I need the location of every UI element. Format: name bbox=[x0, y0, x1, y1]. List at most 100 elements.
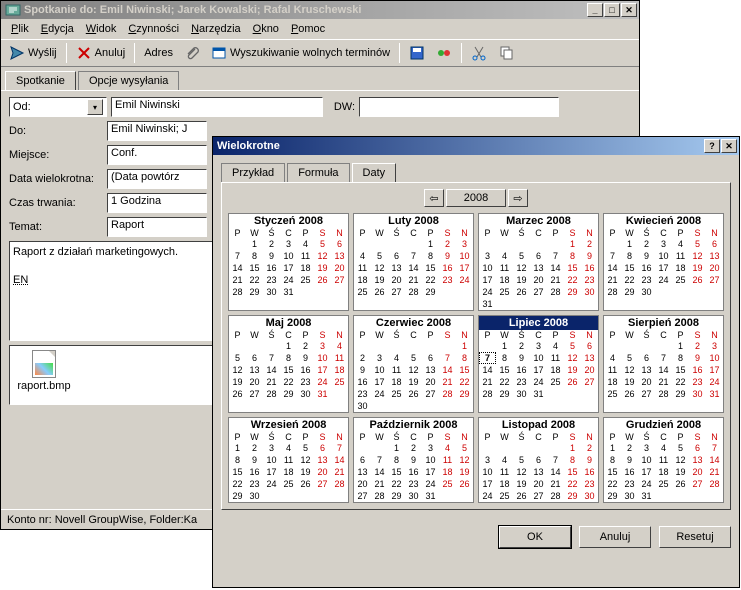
day-cell[interactable]: 10 bbox=[371, 364, 388, 376]
day-cell[interactable]: 8 bbox=[564, 250, 581, 262]
attachment-item[interactable]: raport.bmp bbox=[14, 350, 74, 400]
day-cell[interactable]: 1 bbox=[672, 340, 689, 352]
month-maj[interactable]: Maj 2008PWŚCPSN 123456789101112131415161… bbox=[228, 315, 349, 413]
day-cell[interactable]: 2 bbox=[581, 442, 598, 454]
day-cell[interactable]: 7 bbox=[604, 250, 621, 262]
day-cell[interactable]: 15 bbox=[564, 466, 581, 478]
day-cell[interactable]: 10 bbox=[479, 466, 496, 478]
day-cell[interactable]: 4 bbox=[388, 352, 405, 364]
day-cell[interactable]: 23 bbox=[263, 274, 280, 286]
day-cell[interactable]: 19 bbox=[513, 274, 530, 286]
day-cell[interactable]: 14 bbox=[604, 262, 621, 274]
day-cell[interactable]: 30 bbox=[581, 490, 598, 502]
day-cell[interactable]: 27 bbox=[331, 274, 348, 286]
day-cell[interactable]: 27 bbox=[689, 478, 706, 490]
day-cell[interactable]: 26 bbox=[371, 286, 388, 298]
day-cell[interactable]: 31 bbox=[706, 388, 723, 400]
day-cell[interactable]: 25 bbox=[388, 388, 405, 400]
day-cell[interactable]: 26 bbox=[405, 388, 422, 400]
day-cell[interactable]: 30 bbox=[354, 400, 371, 412]
day-cell[interactable]: 11 bbox=[655, 454, 672, 466]
day-cell[interactable]: 4 bbox=[297, 238, 314, 250]
day-cell[interactable]: 31 bbox=[638, 490, 655, 502]
day-cell[interactable]: 6 bbox=[314, 442, 331, 454]
day-cell[interactable]: 10 bbox=[706, 352, 723, 364]
tab-formula[interactable]: Formuła bbox=[287, 163, 349, 182]
attach-icon[interactable] bbox=[180, 43, 204, 63]
day-cell[interactable]: 12 bbox=[456, 454, 473, 466]
day-cell[interactable]: 22 bbox=[388, 478, 405, 490]
day-cell[interactable]: 1 bbox=[621, 238, 638, 250]
minimize-button[interactable]: _ bbox=[587, 3, 603, 17]
day-cell[interactable]: 13 bbox=[689, 454, 706, 466]
day-cell[interactable]: 20 bbox=[581, 364, 598, 376]
day-cell[interactable]: 2 bbox=[405, 442, 422, 454]
day-cell[interactable]: 22 bbox=[246, 274, 263, 286]
day-cell[interactable]: 23 bbox=[297, 376, 314, 388]
day-cell[interactable]: 1 bbox=[388, 442, 405, 454]
day-cell[interactable]: 3 bbox=[479, 250, 496, 262]
day-cell[interactable]: 25 bbox=[672, 274, 689, 286]
day-cell[interactable]: 17 bbox=[638, 466, 655, 478]
day-cell[interactable]: 20 bbox=[689, 466, 706, 478]
day-cell[interactable]: 19 bbox=[229, 376, 246, 388]
day-cell[interactable]: 28 bbox=[439, 388, 456, 400]
day-cell[interactable]: 6 bbox=[530, 250, 547, 262]
cut-icon[interactable] bbox=[467, 43, 491, 63]
menu-pomoc[interactable]: Pomoc bbox=[285, 21, 331, 37]
day-cell[interactable]: 17 bbox=[706, 364, 723, 376]
day-cell[interactable]: 20 bbox=[530, 274, 547, 286]
day-cell[interactable]: 11 bbox=[354, 262, 371, 274]
day-cell[interactable]: 7 bbox=[371, 454, 388, 466]
day-cell[interactable]: 21 bbox=[479, 376, 496, 388]
day-cell[interactable]: 11 bbox=[439, 454, 456, 466]
day-cell[interactable]: 22 bbox=[280, 376, 297, 388]
day-cell[interactable]: 28 bbox=[547, 490, 564, 502]
day-cell[interactable]: 9 bbox=[638, 250, 655, 262]
day-cell[interactable]: 9 bbox=[297, 352, 314, 364]
day-cell[interactable]: 5 bbox=[229, 352, 246, 364]
day-cell[interactable]: 23 bbox=[581, 274, 598, 286]
day-cell[interactable]: 7 bbox=[706, 442, 723, 454]
day-cell[interactable]: 25 bbox=[655, 478, 672, 490]
day-cell[interactable]: 29 bbox=[564, 286, 581, 298]
day-cell[interactable]: 2 bbox=[638, 238, 655, 250]
duration-input[interactable]: 1 Godzina bbox=[107, 193, 207, 213]
day-cell[interactable]: 17 bbox=[263, 466, 280, 478]
day-cell[interactable]: 9 bbox=[246, 454, 263, 466]
day-cell[interactable]: 4 bbox=[331, 340, 348, 352]
day-cell[interactable]: 13 bbox=[422, 364, 439, 376]
day-cell[interactable]: 20 bbox=[706, 262, 723, 274]
day-cell[interactable]: 22 bbox=[422, 274, 439, 286]
day-cell[interactable]: 25 bbox=[331, 376, 348, 388]
day-cell[interactable]: 6 bbox=[422, 352, 439, 364]
day-cell[interactable]: 23 bbox=[621, 478, 638, 490]
day-cell[interactable]: 16 bbox=[581, 466, 598, 478]
day-cell[interactable]: 4 bbox=[672, 238, 689, 250]
day-cell[interactable]: 19 bbox=[672, 466, 689, 478]
day-cell[interactable]: 5 bbox=[405, 352, 422, 364]
month-marzec[interactable]: Marzec 2008PWŚCPSN 123456789101112131415… bbox=[478, 213, 599, 311]
day-cell[interactable]: 18 bbox=[388, 376, 405, 388]
day-cell[interactable]: 16 bbox=[405, 466, 422, 478]
day-cell[interactable]: 19 bbox=[513, 478, 530, 490]
day-cell[interactable]: 11 bbox=[388, 364, 405, 376]
day-cell[interactable]: 14 bbox=[547, 262, 564, 274]
day-cell[interactable]: 22 bbox=[672, 376, 689, 388]
day-cell[interactable]: 12 bbox=[689, 250, 706, 262]
month-czerwiec[interactable]: Czerwiec 2008PWŚCPSN 1234567891011121314… bbox=[353, 315, 474, 413]
day-cell[interactable]: 15 bbox=[456, 364, 473, 376]
copy-icon[interactable] bbox=[494, 43, 518, 63]
day-cell[interactable]: 14 bbox=[547, 466, 564, 478]
day-cell[interactable]: 18 bbox=[672, 262, 689, 274]
day-cell[interactable]: 24 bbox=[479, 490, 496, 502]
day-cell[interactable]: 14 bbox=[706, 454, 723, 466]
day-cell[interactable]: 19 bbox=[405, 376, 422, 388]
day-cell[interactable]: 28 bbox=[479, 388, 496, 400]
day-cell[interactable]: 8 bbox=[388, 454, 405, 466]
day-cell[interactable]: 11 bbox=[331, 352, 348, 364]
month-grudzień[interactable]: Grudzień 2008PWŚCPSN12345678910111213141… bbox=[603, 417, 724, 503]
day-cell[interactable]: 20 bbox=[314, 466, 331, 478]
day-cell[interactable]: 27 bbox=[422, 388, 439, 400]
day-cell[interactable]: 9 bbox=[405, 454, 422, 466]
